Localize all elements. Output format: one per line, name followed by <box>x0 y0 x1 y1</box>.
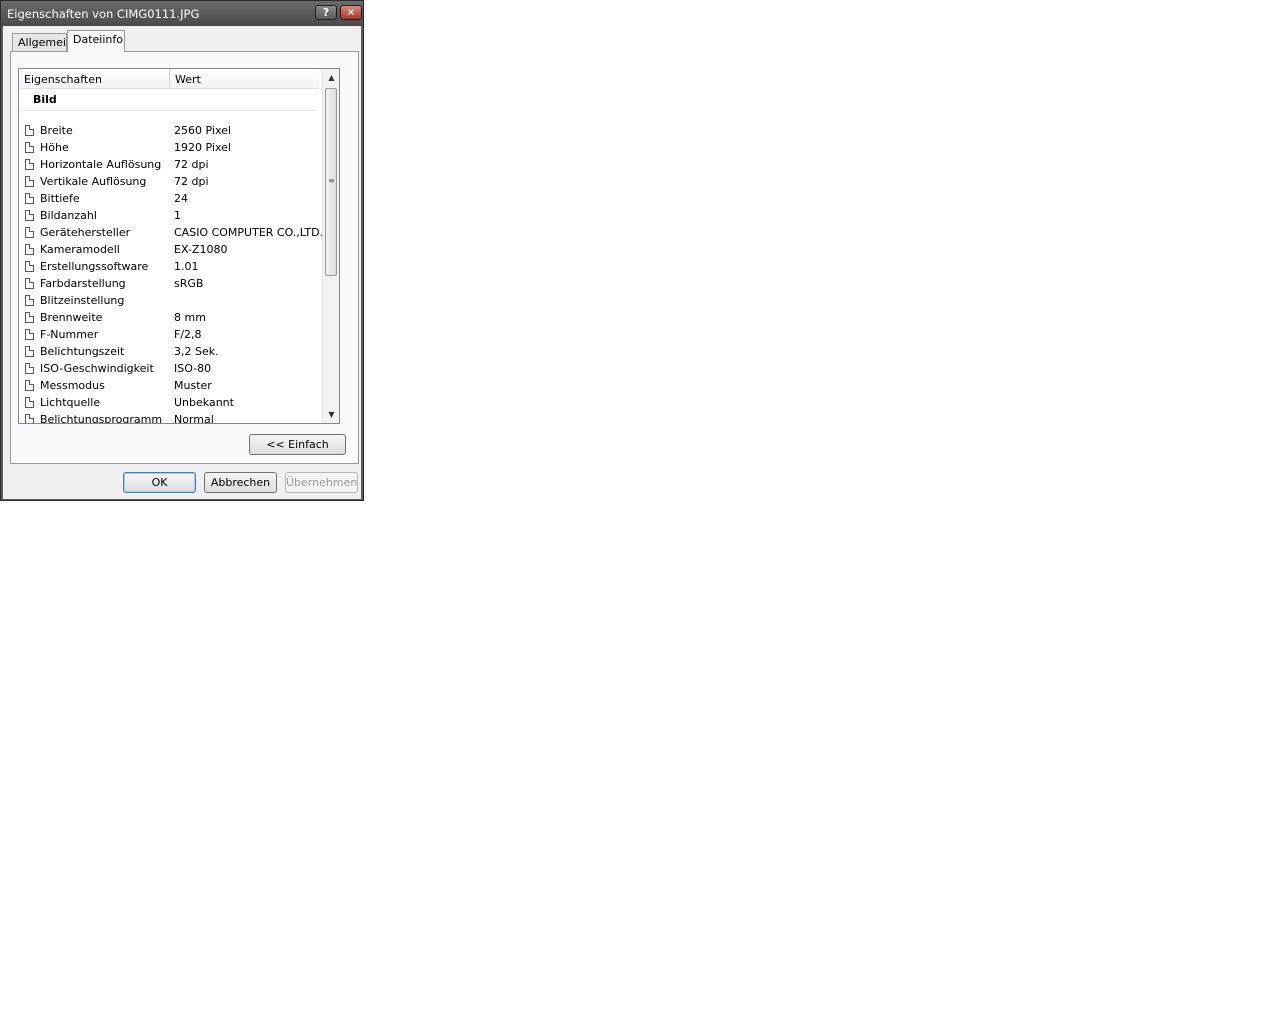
list-item[interactable]: Breite 2560 Pixel <box>19 123 319 140</box>
group-heading-bild: Bild <box>33 93 57 106</box>
property-name: Farbdarstellung <box>40 277 126 290</box>
uebernehmen-button: Übernehmen <box>285 472 358 493</box>
document-icon <box>25 329 34 340</box>
scroll-thumb[interactable]: ≡ <box>325 88 337 276</box>
document-icon <box>25 210 34 221</box>
list-item[interactable]: Lichtquelle Unbekannt <box>19 395 319 412</box>
list-item[interactable]: Bittiefe 24 <box>19 191 319 208</box>
property-name: Gerätehersteller <box>40 226 131 239</box>
list-item[interactable]: Gerätehersteller CASIO COMPUTER CO.,LTD. <box>19 225 323 242</box>
list-item[interactable]: Horizontale Auflösung 72 dpi <box>19 157 319 174</box>
property-value: sRGB <box>174 277 204 290</box>
einfach-button[interactable]: << Einfach <box>249 434 346 455</box>
abbrechen-button[interactable]: Abbrechen <box>204 472 277 493</box>
close-button[interactable]: ✕ <box>340 5 362 20</box>
property-value: Normal <box>174 413 214 424</box>
properties-list[interactable]: Eigenschaften Wert Bild Breite 2560 Pixel… <box>18 68 340 424</box>
property-rows: Breite 2560 Pixel Höhe 1920 Pixel Horizontal… <box>19 123 323 424</box>
window-title: Eigenschaften von CIMG0111.JPG <box>7 7 200 21</box>
list-item[interactable]: Vertikale Auflösung 72 dpi <box>19 174 319 191</box>
property-name: F-Nummer <box>40 328 99 341</box>
property-name: Vertikale Auflösung <box>40 175 147 188</box>
property-name: Horizontale Auflösung <box>40 158 162 171</box>
document-icon <box>25 159 34 170</box>
list-item[interactable]: Blitzeinstellung <box>19 293 319 310</box>
document-icon <box>25 125 34 136</box>
list-item[interactable]: Erstellungssoftware 1.01 <box>19 259 319 276</box>
property-value: 2560 Pixel <box>174 124 231 137</box>
list-item[interactable]: F-Nummer F/2,8 <box>19 327 319 344</box>
list-item[interactable]: ISO-Geschwindigkeit ISO-80 <box>19 361 319 378</box>
document-icon <box>25 142 34 153</box>
column-separator[interactable] <box>169 69 170 88</box>
property-name: ISO-Geschwindigkeit <box>40 362 154 375</box>
property-name: Messmodus <box>40 379 105 392</box>
tab-allgemein[interactable]: Allgemein <box>12 33 73 52</box>
scroll-down-icon[interactable]: ▼ <box>323 406 339 423</box>
property-value: 1920 Pixel <box>174 141 231 154</box>
property-name: Kameramodell <box>40 243 120 256</box>
document-icon <box>25 278 34 289</box>
list-item[interactable]: Kameramodell EX-Z1080 <box>19 242 319 259</box>
list-item[interactable]: Farbdarstellung sRGB <box>19 276 319 293</box>
document-icon <box>25 244 34 255</box>
property-value: ISO-80 <box>174 362 212 375</box>
property-value: 1 <box>174 209 181 222</box>
property-value: 3,2 Sek. <box>174 345 219 358</box>
document-icon <box>25 193 34 204</box>
document-icon <box>25 397 34 408</box>
document-icon <box>25 295 34 306</box>
property-value: Muster <box>174 379 212 392</box>
document-icon <box>25 312 34 323</box>
column-header-eigenschaften[interactable]: Eigenschaften <box>24 73 102 86</box>
group-divider <box>21 110 317 111</box>
property-name: Lichtquelle <box>40 396 101 409</box>
vertical-scrollbar[interactable]: ▲ ≡ ▼ <box>322 69 339 423</box>
document-icon <box>25 176 34 187</box>
list-item[interactable]: Brennweite 8 mm <box>19 310 319 327</box>
property-name: Belichtungszeit <box>40 345 125 358</box>
property-name: Blitzeinstellung <box>40 294 125 307</box>
property-name: Bildanzahl <box>40 209 97 222</box>
ok-button[interactable]: OK <box>123 472 196 493</box>
property-name: Belichtungsprogramm <box>40 413 163 424</box>
column-header: Eigenschaften Wert <box>19 69 319 89</box>
property-value: 72 dpi <box>174 158 209 171</box>
list-item[interactable]: Belichtungsprogramm Normal <box>19 412 319 424</box>
dialog-client: Allgemein Dateiinfo Eigenschaften Wert B… <box>3 26 361 499</box>
property-name: Höhe <box>40 141 69 154</box>
scroll-up-icon[interactable]: ▲ <box>323 69 339 86</box>
property-value: F/2,8 <box>174 328 202 341</box>
list-item[interactable]: Messmodus Muster <box>19 378 319 395</box>
property-value: 72 dpi <box>174 175 209 188</box>
property-value: CASIO COMPUTER CO.,LTD. <box>174 226 324 239</box>
document-icon <box>25 380 34 391</box>
document-icon <box>25 414 34 423</box>
property-value: 1.01 <box>174 260 199 273</box>
property-name: Bittiefe <box>40 192 80 205</box>
help-button[interactable]: ? <box>315 5 337 20</box>
property-value: 24 <box>174 192 188 205</box>
list-item[interactable]: Belichtungszeit 3,2 Sek. <box>19 344 319 361</box>
title-bar[interactable]: Eigenschaften von CIMG0111.JPG ? ✕ <box>1 1 363 26</box>
property-name: Breite <box>40 124 73 137</box>
property-value: EX-Z1080 <box>174 243 228 256</box>
list-item[interactable]: Bildanzahl 1 <box>19 208 319 225</box>
grip-icon: ≡ <box>328 176 335 185</box>
tab-dateiinfo[interactable]: Dateiinfo <box>67 30 125 52</box>
property-value: Unbekannt <box>174 396 234 409</box>
document-icon <box>25 227 34 238</box>
document-icon <box>25 346 34 357</box>
document-icon <box>25 261 34 272</box>
list-item[interactable]: Höhe 1920 Pixel <box>19 140 319 157</box>
property-name: Brennweite <box>40 311 103 324</box>
property-name: Erstellungssoftware <box>40 260 149 273</box>
column-header-wert[interactable]: Wert <box>175 73 201 86</box>
property-value: 8 mm <box>174 311 206 324</box>
properties-dialog: Eigenschaften von CIMG0111.JPG ? ✕ Allge… <box>0 0 364 501</box>
document-icon <box>25 363 34 374</box>
